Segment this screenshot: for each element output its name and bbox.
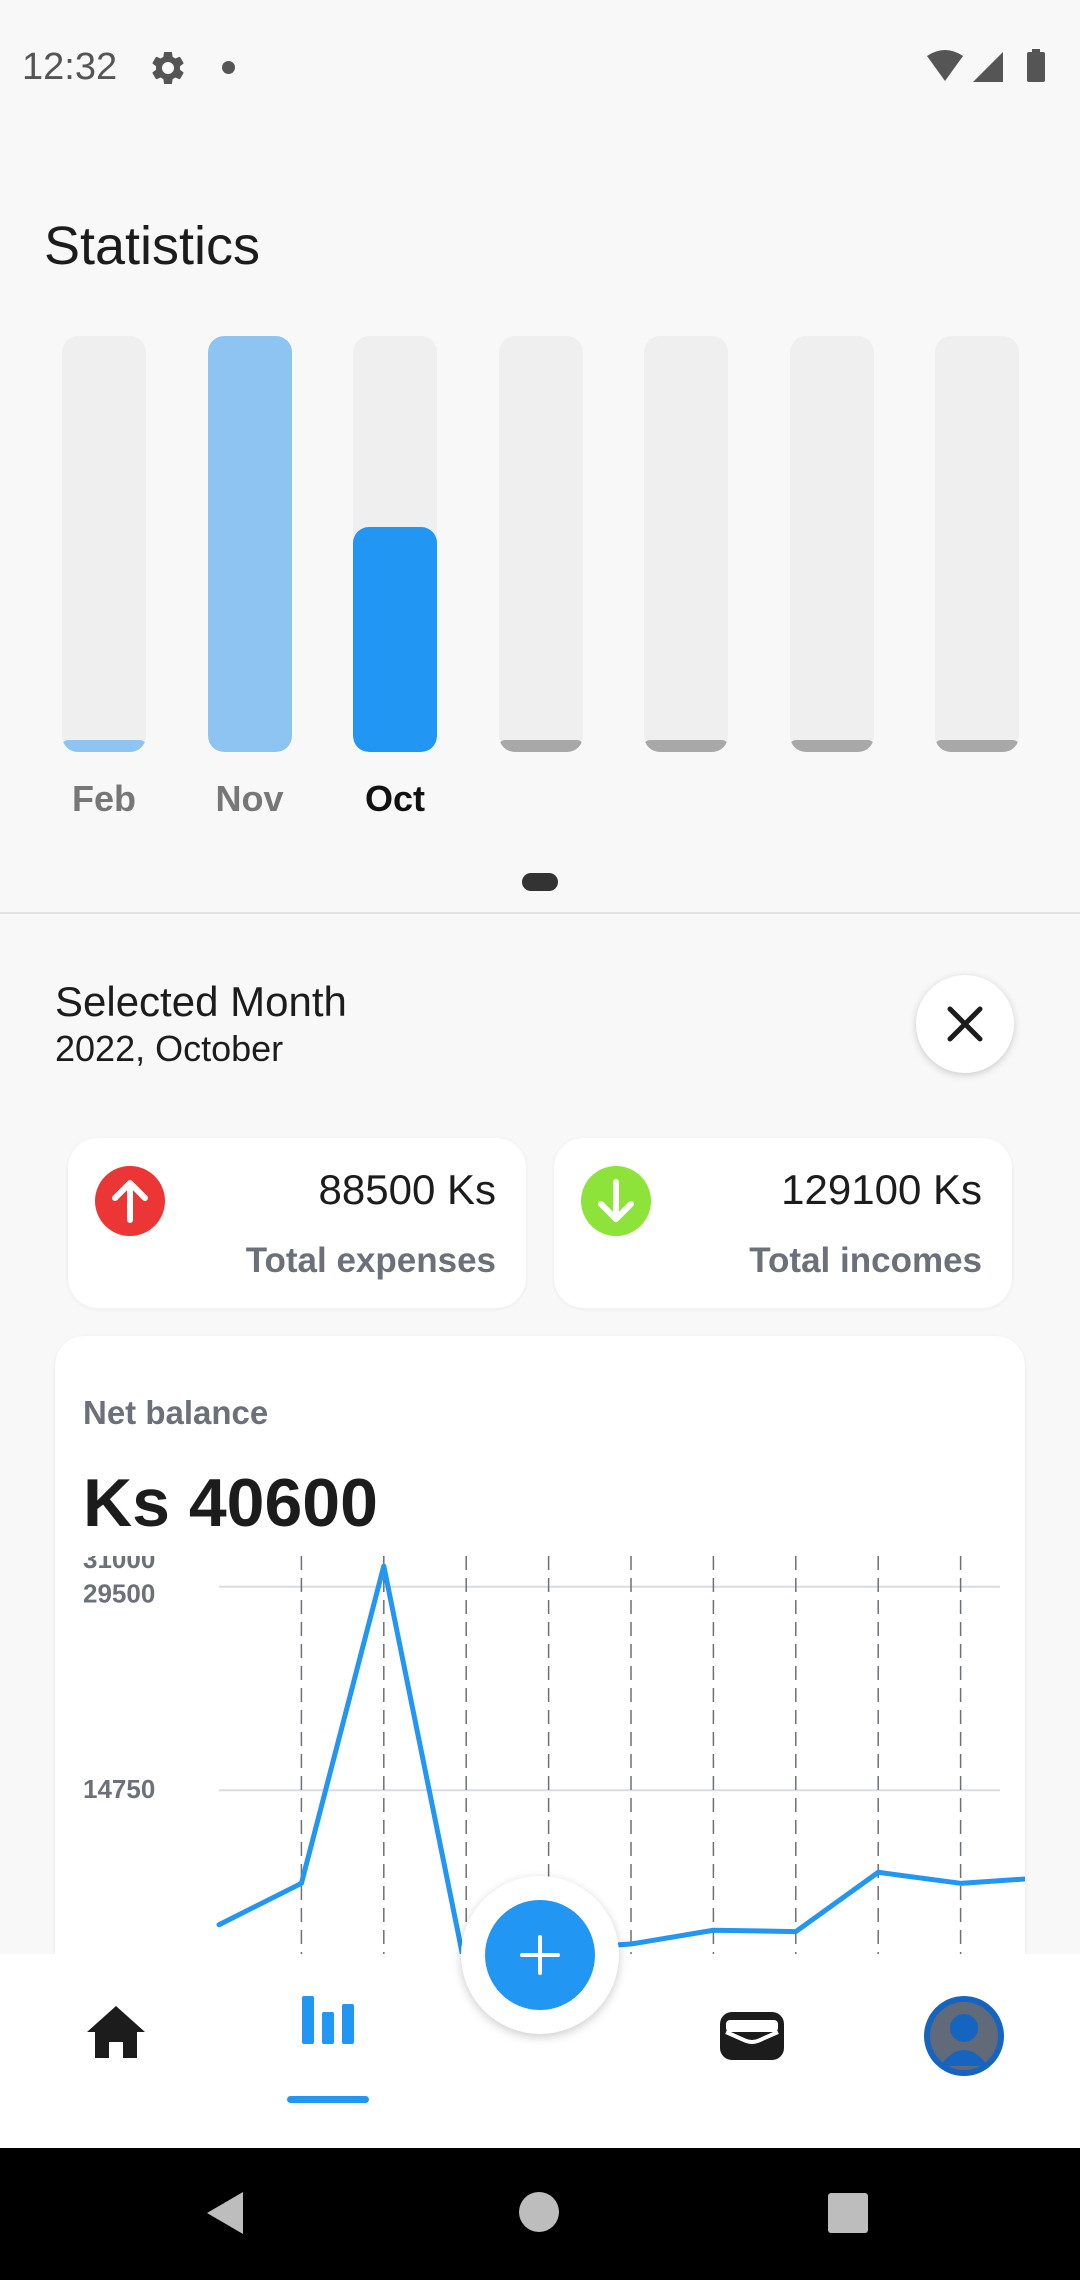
expenses-amount: 88500 Ks [318,1166,496,1213]
month-bar[interactable] [353,336,437,752]
month-bar[interactable] [498,336,583,752]
y-tick-label: 31000 [83,1556,155,1574]
balance-line [216,1563,1025,1976]
recents-icon[interactable] [828,2193,868,2233]
expenses-card[interactable]: 88500 Ks Total expenses [68,1138,526,1308]
y-tick-label: 14750 [83,1774,155,1804]
add-button[interactable] [485,1900,595,2010]
month-bar-fill [644,740,728,752]
month-bar[interactable] [935,336,1019,752]
status-icons [927,49,1045,82]
month-bar[interactable] [789,336,874,752]
y-tick-label: 29500 [83,1579,155,1609]
expenses-caption: Total expenses [245,1241,496,1280]
close-icon [947,1006,983,1042]
wallet-icon[interactable] [718,2008,786,2064]
incomes-card[interactable]: 129100 Ks Total incomes [554,1138,1012,1308]
month-bar-label[interactable]: Feb [44,778,164,820]
incomes-caption: Total incomes [749,1241,982,1280]
divider [0,912,1080,914]
signal-icon [973,52,1003,82]
plus-icon [520,1935,560,1975]
month-bar-fill [935,740,1019,752]
month-bar[interactable] [207,336,292,752]
month-bar-fill [353,527,437,752]
avatar-icon[interactable] [922,1994,1006,2078]
month-bar-chart: Feb Nov Oct [0,330,1080,830]
wifi-icon [927,50,963,81]
close-button[interactable] [916,975,1014,1073]
active-tab-indicator [287,2096,369,2103]
drag-handle[interactable] [522,873,558,891]
selected-month-value: 2022, October [55,1028,284,1069]
month-bar-fill [789,740,874,752]
month-bar[interactable] [644,336,728,752]
net-balance-value: Ks 40600 [83,1465,378,1541]
notification-dot-icon [222,61,235,74]
month-bar-fill [62,740,146,752]
month-bar-label[interactable]: Nov [190,778,310,820]
month-bar[interactable] [62,336,146,752]
net-balance-label: Net balance [83,1394,269,1431]
incomes-amount: 129100 Ks [781,1166,982,1213]
back-icon[interactable] [205,2190,245,2236]
home-icon[interactable] [85,2004,147,2060]
status-bar: 12:32 [0,0,1080,135]
gear-icon [152,51,184,84]
arrow-down-icon [581,1166,651,1236]
bar-chart-icon[interactable] [300,1990,356,2046]
selected-month-label: Selected Month [55,978,347,1025]
battery-icon [1027,52,1045,82]
month-bar-label[interactable]: Oct [335,778,455,820]
system-nav-bar [0,2148,1080,2280]
page-title: Statistics [44,216,261,276]
month-bar-fill [207,336,292,752]
home-circle-icon[interactable] [518,2191,560,2233]
arrow-up-icon [95,1166,165,1236]
status-time: 12:32 [22,46,118,88]
month-bar-fill [498,740,583,752]
